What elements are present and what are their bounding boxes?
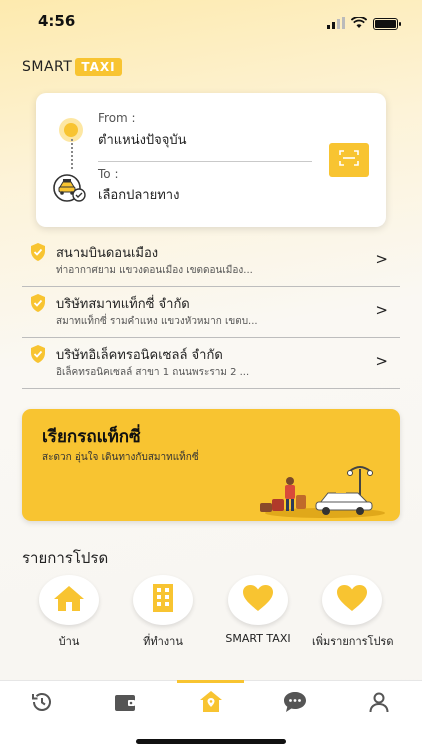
home-indicator <box>136 739 286 744</box>
favorite-smart-taxi[interactable]: SMART TAXI <box>218 575 298 645</box>
list-item[interactable]: บริษัทอิเล็คทรอนิคเซลล์ จำกัด อิเล็คทรอน… <box>22 338 400 389</box>
brand-taxi-badge: TAXI <box>75 58 122 76</box>
call-taxi-banner[interactable]: เรียกรถแท็กซี่ สะดวก อุ่นใจ เดินทางกับสม… <box>22 409 400 521</box>
place-name: สนามบินดอนเมือง <box>56 246 159 261</box>
favorite-label: ที่ทำงาน <box>143 635 183 648</box>
tab-chat[interactable] <box>275 689 315 719</box>
favorite-home[interactable]: บ้าน <box>29 575 109 650</box>
building-icon <box>150 583 176 617</box>
favorite-label: SMART TAXI <box>225 632 291 645</box>
route-divider <box>98 161 312 162</box>
tab-history[interactable] <box>22 689 62 719</box>
profile-icon <box>367 690 391 718</box>
status-time: 4:56 <box>38 12 76 30</box>
scan-button[interactable] <box>329 143 369 177</box>
list-item[interactable]: บริษัทสมาทแท็กซี่ จำกัด สมาทแท็กซี่ รามค… <box>22 287 400 338</box>
scan-icon <box>339 150 359 170</box>
from-field[interactable]: ตำแหน่งปัจจุบัน <box>98 129 187 150</box>
tab-wallet[interactable] <box>105 689 145 719</box>
battery-icon <box>373 17 401 30</box>
place-address: อิเล็คทรอนิคเซลล์ สาขา 1 ถนนพระราม 2 ... <box>56 367 250 378</box>
tab-home[interactable] <box>191 689 231 719</box>
history-icon <box>30 690 54 718</box>
taxi-illustration-icon <box>250 461 395 521</box>
banner-subtitle: สะดวก อุ่นใจ เดินทางกับสมาทแท็กซี่ <box>42 452 199 463</box>
place-address: สมาทแท็กซี่ รามคำแหง แขวงหัวหมาก เขตบ... <box>56 316 258 327</box>
favorite-work[interactable]: ที่ทำงาน <box>123 575 203 650</box>
list-item[interactable]: สนามบินดอนเมือง ท่าอากาศยาม แขวงดอนเมือง… <box>22 236 400 287</box>
bottom-tab-bar <box>0 680 422 750</box>
heart-icon <box>336 584 368 616</box>
favorite-label: บ้าน <box>58 635 80 648</box>
wallet-icon <box>113 691 137 717</box>
chat-icon <box>282 690 308 718</box>
signal-icon <box>327 14 345 33</box>
favorites-heading: รายการโปรด <box>22 549 109 567</box>
route-card: From : ตำแหน่งปัจจุบัน To : เลือกปลายทาง <box>36 93 386 227</box>
place-name: บริษัทสมาทแท็กซี่ จำกัด <box>56 297 190 312</box>
chevron-right-icon: > <box>375 250 388 268</box>
place-address: ท่าอากาศยาม แขวงดอนเมือง เขตดอนเมือง... <box>56 265 253 276</box>
taxi-destination-icon <box>52 173 88 207</box>
favorite-circle <box>39 575 99 625</box>
verified-badge-icon <box>28 293 48 317</box>
verified-badge-icon <box>28 344 48 368</box>
saved-places-list: สนามบินดอนเมือง ท่าอากาศยาม แขวงดอนเมือง… <box>22 236 400 389</box>
add-favorite[interactable]: เพิ่มรายการโปรด <box>312 575 394 650</box>
brand-logo: SMART TAXI <box>22 58 122 76</box>
banner-title: เรียกรถแท็กซี่ <box>42 427 141 447</box>
favorite-circle <box>133 575 193 625</box>
home-icon <box>52 584 86 616</box>
home-pin-icon <box>198 689 224 719</box>
to-label: To : <box>98 167 119 181</box>
from-label: From : <box>98 111 136 125</box>
brand-smart-text: SMART <box>22 59 73 75</box>
chevron-right-icon: > <box>375 352 388 370</box>
tab-profile[interactable] <box>359 689 399 719</box>
active-tab-indicator <box>177 680 244 683</box>
place-name: บริษัทอิเล็คทรอนิคเซลล์ จำกัด <box>56 348 223 363</box>
favorite-circle <box>322 575 382 625</box>
to-field[interactable]: เลือกปลายทาง <box>98 184 179 205</box>
wifi-icon <box>350 14 368 33</box>
status-bar: 4:56 <box>0 0 422 44</box>
route-connector <box>71 139 73 169</box>
favorite-label: เพิ่มรายการโปรด <box>312 635 394 648</box>
favorite-circle <box>228 575 288 625</box>
chevron-right-icon: > <box>375 301 388 319</box>
heart-icon <box>242 584 274 616</box>
verified-badge-icon <box>28 242 48 266</box>
status-icons <box>327 14 401 33</box>
